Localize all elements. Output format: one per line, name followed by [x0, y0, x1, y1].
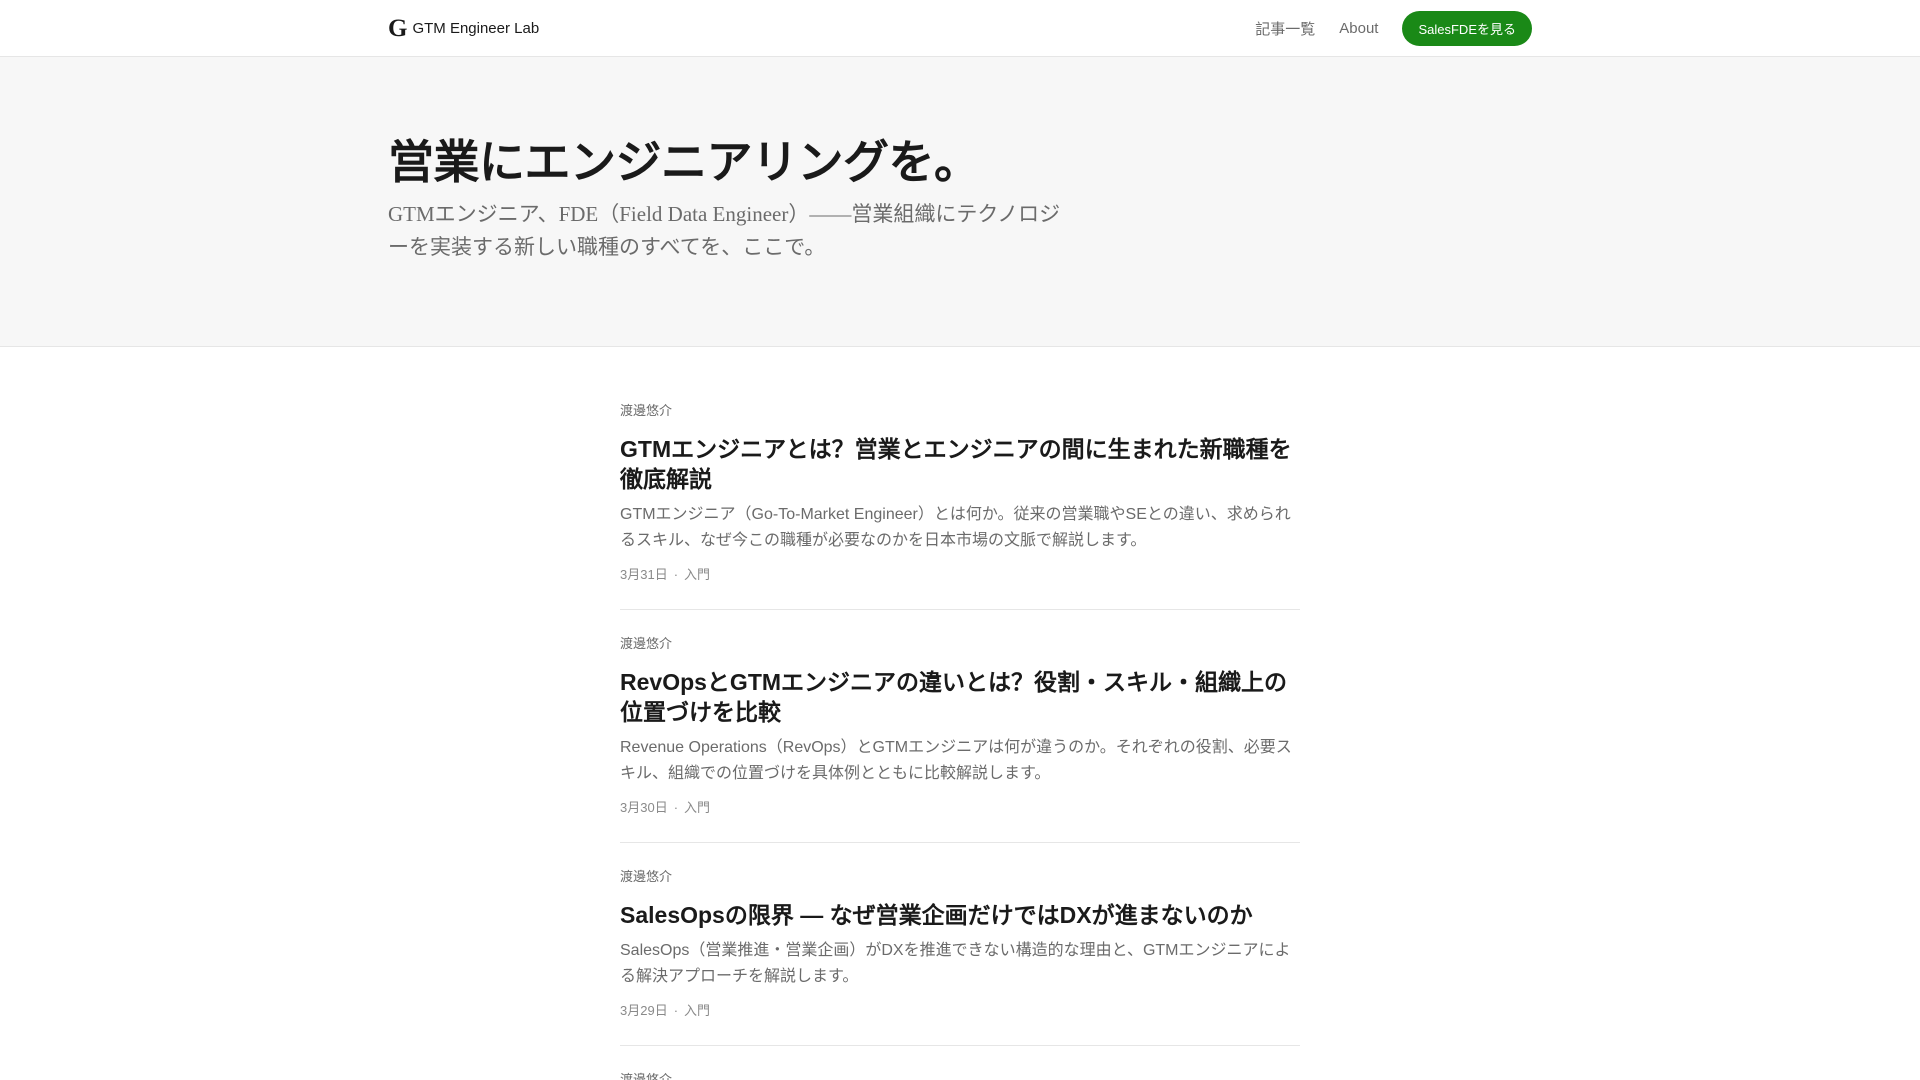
hero-subtitle: GTMエンジニア、FDE（Field Data Engineer）——営業組織に…: [388, 202, 1061, 260]
article-author: 渡邊悠介: [620, 869, 673, 884]
article-meta: 3月29日 · 入門: [620, 1002, 1300, 1020]
top-nav-inner: G GTM Engineer Lab 記事一覧 About SalesFDEを見…: [388, 0, 1532, 57]
article-author: 渡邊悠介: [620, 1072, 673, 1080]
article-title-link[interactable]: RevOpsとGTMエンジニアの違いとは？役割・スキル・組織上の位置づけを比較: [620, 667, 1300, 727]
article-card[interactable]: 渡邊悠介: [620, 1071, 1300, 1080]
salesfde-cta-button[interactable]: SalesFDEを見る: [1402, 11, 1532, 46]
article-card[interactable]: 渡邊悠介 GTMエンジニアとは？営業とエンジニアの間に生まれた新職種を徹底解説 …: [620, 402, 1300, 610]
brand-logo-mark: G: [388, 14, 408, 42]
hero-inner: 営業にエンジニアリングを。 GTMエンジニア、FDE（Field Data En…: [388, 57, 1532, 264]
article-title-link[interactable]: SalesOpsの限界 — なぜ営業企画だけではDXが進まないのか: [620, 900, 1300, 930]
hero-title: 営業にエンジニアリングを。: [388, 136, 980, 188]
article-meta: 3月30日 · 入門: [620, 799, 1300, 817]
article-category-tag[interactable]: 入門: [684, 1003, 710, 1018]
top-nav-bar: G GTM Engineer Lab 記事一覧 About SalesFDEを見…: [0, 0, 1920, 57]
meta-separator: ·: [673, 1003, 679, 1018]
article-date: 3月30日: [620, 800, 668, 815]
article-meta: 3月31日 · 入門: [620, 566, 1300, 584]
article-description: GTMエンジニア（Go-To-Market Engineer）とは何か。従来の営…: [620, 506, 1291, 549]
article-category-tag[interactable]: 入門: [684, 800, 710, 815]
article-card[interactable]: 渡邊悠介 SalesOpsの限界 — なぜ営業企画だけではDXが進まないのか S…: [620, 868, 1300, 1046]
brand-name: GTM Engineer Lab: [412, 20, 540, 37]
article-category-tag[interactable]: 入門: [684, 567, 710, 582]
nav-about-link[interactable]: About: [1339, 20, 1378, 37]
article-author: 渡邊悠介: [620, 403, 673, 418]
article-date: 3月31日: [620, 567, 668, 582]
article-title-link[interactable]: GTMエンジニアとは？営業とエンジニアの間に生まれた新職種を徹底解説: [620, 434, 1300, 494]
main-nav: 記事一覧 About SalesFDEを見る: [1255, 11, 1532, 46]
hero-section: 営業にエンジニアリングを。 GTMエンジニア、FDE（Field Data En…: [0, 57, 1920, 347]
article-card[interactable]: 渡邊悠介 RevOpsとGTMエンジニアの違いとは？役割・スキル・組織上の位置づ…: [620, 635, 1300, 843]
meta-separator: ·: [673, 800, 679, 815]
brand-logo-link[interactable]: G GTM Engineer Lab: [388, 14, 540, 42]
nav-articles-link[interactable]: 記事一覧: [1255, 18, 1315, 39]
article-description: Revenue Operations（RevOps）とGTMエンジニアは何が違う…: [620, 739, 1292, 782]
article-date: 3月29日: [620, 1003, 668, 1018]
article-list: 渡邊悠介 GTMエンジニアとは？営業とエンジニアの間に生まれた新職種を徹底解説 …: [620, 347, 1300, 1080]
meta-separator: ·: [673, 567, 679, 582]
article-author: 渡邊悠介: [620, 636, 673, 651]
article-description: SalesOps（営業推進・営業企画）がDXを推進できない構造的な理由と、GTM…: [620, 942, 1291, 985]
